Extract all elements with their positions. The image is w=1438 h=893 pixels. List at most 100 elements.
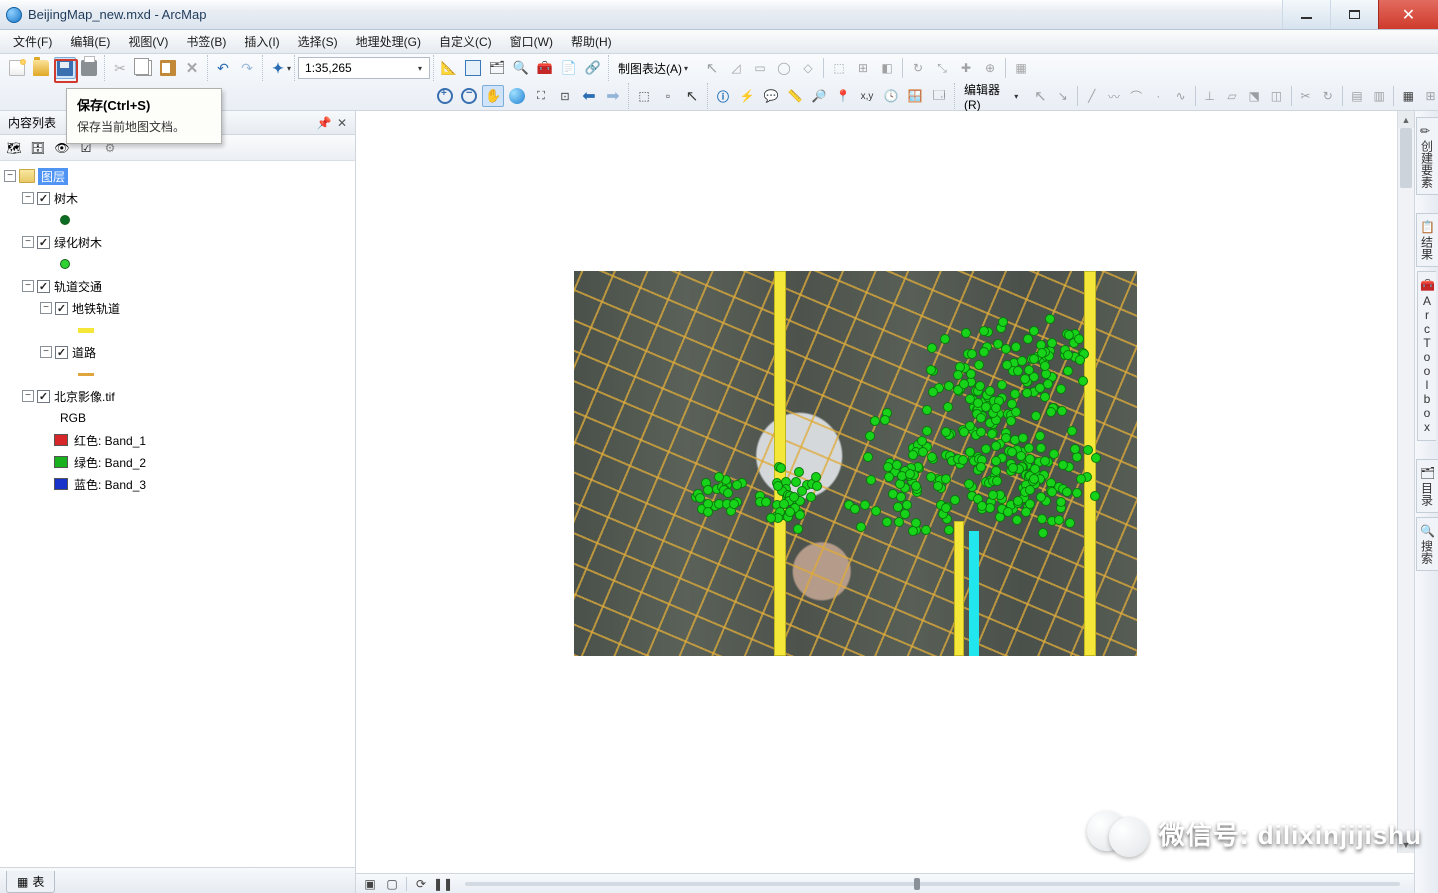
table-window-icon[interactable] — [462, 57, 484, 79]
toc-list-by-drawing[interactable]: 🗺 — [4, 138, 24, 158]
edit-tool-10[interactable]: ⬔ — [1244, 85, 1264, 107]
edit-tool-9[interactable]: ▱ — [1222, 85, 1242, 107]
rep-tool-3[interactable]: ▭ — [749, 57, 771, 79]
edit-tool-4[interactable]: 〰 — [1104, 85, 1124, 107]
draw-slider[interactable] — [465, 882, 1400, 886]
edit-tool-13[interactable]: ↻ — [1318, 85, 1338, 107]
checkbox[interactable] — [37, 236, 50, 249]
measure-button[interactable]: 📏 — [784, 85, 806, 107]
tab-search[interactable]: 🔍搜索 — [1416, 517, 1438, 571]
open-button[interactable] — [30, 57, 52, 79]
table-tab[interactable]: ▦表 — [6, 871, 55, 893]
zoom-in-button[interactable] — [434, 85, 456, 107]
edit-tool-17[interactable]: ⊞ — [1420, 85, 1438, 107]
rep-tool-10[interactable]: ⤡ — [931, 57, 953, 79]
redo-button[interactable]: ↷ — [236, 57, 258, 79]
toc-root[interactable]: − 图层 — [2, 165, 353, 187]
map-canvas[interactable]: ▲ ▼ — [356, 111, 1414, 873]
print-button[interactable] — [78, 57, 100, 79]
full-extent-button[interactable] — [506, 85, 528, 107]
minimize-button[interactable] — [1282, 0, 1330, 29]
search-window-icon[interactable]: 🔍 — [510, 57, 532, 79]
edit-tool-7[interactable]: ∿ — [1171, 85, 1191, 107]
refresh-button[interactable]: ⟳ — [413, 876, 429, 892]
checkbox[interactable] — [37, 390, 50, 403]
edit-tool-11[interactable]: ◫ — [1266, 85, 1286, 107]
rep-tool-9[interactable]: ↻ — [907, 57, 929, 79]
zoom-out-button[interactable] — [458, 85, 480, 107]
rep-tool-1[interactable]: ↖ — [701, 57, 723, 79]
create-viewer-button[interactable]: 🪟 — [904, 85, 926, 107]
time-slider-button[interactable]: 🕓 — [880, 85, 902, 107]
python-window-icon[interactable]: 📄 — [558, 57, 580, 79]
edit-tool-1[interactable]: ↖ — [1030, 85, 1050, 107]
rep-tool-11[interactable]: ✚ — [955, 57, 977, 79]
data-view-button[interactable]: ▣ — [362, 876, 378, 892]
hyperlink-button[interactable]: ⚡ — [736, 85, 758, 107]
undo-button[interactable]: ↶ — [212, 57, 234, 79]
toc-layer-subway[interactable]: − 地铁轨道 — [2, 297, 353, 319]
rep-tool-8[interactable]: ◧ — [876, 57, 898, 79]
toc-layer-transport[interactable]: − 轨道交通 — [2, 275, 353, 297]
select-elements-button[interactable]: ↖ — [681, 85, 703, 107]
viewer-window-button[interactable]: 🗔 — [928, 85, 950, 107]
tab-catalog[interactable]: 🗂目录 — [1416, 459, 1438, 513]
menu-selection[interactable]: 选择(S) — [289, 30, 347, 53]
close-button[interactable]: ✕ — [1378, 0, 1438, 29]
next-extent-button[interactable]: ➡ — [602, 85, 624, 107]
rep-tool-13[interactable]: ▦ — [1010, 57, 1032, 79]
menu-customize[interactable]: 自定义(C) — [430, 30, 501, 53]
checkbox[interactable] — [55, 302, 68, 315]
copy-button[interactable] — [133, 57, 155, 79]
menu-view[interactable]: 视图(V) — [119, 30, 177, 53]
select-features-button[interactable]: ⬚ — [633, 85, 655, 107]
catalog-window-icon[interactable]: 🗂 — [486, 57, 508, 79]
edit-tool-6[interactable]: · — [1148, 85, 1168, 107]
rep-tool-4[interactable]: ◯ — [773, 57, 795, 79]
pause-button[interactable]: ❚❚ — [435, 876, 451, 892]
cut-button[interactable]: ✂ — [109, 57, 131, 79]
checkbox[interactable] — [55, 346, 68, 359]
maximize-button[interactable] — [1330, 0, 1378, 29]
menu-geoprocessing[interactable]: 地理处理(G) — [347, 30, 430, 53]
editor-dropdown[interactable]: 编辑器(R)▾ — [958, 85, 1029, 107]
add-data-button[interactable]: ✦ — [267, 57, 289, 79]
save-button[interactable] — [54, 57, 76, 79]
menu-window[interactable]: 窗口(W) — [501, 30, 562, 53]
fixed-zoom-out[interactable]: ⊡ — [554, 85, 576, 107]
rep-tool-2[interactable]: ◿ — [725, 57, 747, 79]
find-route-button[interactable]: 📍 — [832, 85, 854, 107]
scale-combo[interactable]: 1:35,265 ▾ — [298, 57, 430, 79]
checkbox[interactable] — [37, 192, 50, 205]
arctoolbox-window-icon[interactable]: 🧰 — [534, 57, 556, 79]
menu-file[interactable]: 文件(F) — [4, 30, 61, 53]
menu-insert[interactable]: 插入(I) — [235, 30, 288, 53]
edit-tool-5[interactable]: ⌒ — [1126, 85, 1146, 107]
menu-edit[interactable]: 编辑(E) — [61, 30, 119, 53]
toc-layer-trees[interactable]: − 树木 — [2, 187, 353, 209]
checkbox[interactable] — [37, 280, 50, 293]
layout-view-button[interactable]: ▢ — [384, 876, 400, 892]
paste-button[interactable] — [157, 57, 179, 79]
menu-help[interactable]: 帮助(H) — [562, 30, 621, 53]
toc-pin-icon[interactable]: 📌 — [315, 116, 333, 130]
goto-xy-button[interactable]: x,y — [856, 85, 878, 107]
new-doc-button[interactable] — [6, 57, 28, 79]
rep-tool-5[interactable]: ◇ — [797, 57, 819, 79]
pan-button[interactable] — [482, 85, 504, 107]
find-button[interactable]: 🔎 — [808, 85, 830, 107]
html-popup-button[interactable]: 💬 — [760, 85, 782, 107]
rep-tool-7[interactable]: ⊞ — [852, 57, 874, 79]
edit-tool-12[interactable]: ✂ — [1295, 85, 1315, 107]
model-builder-icon[interactable]: 🔗 — [582, 57, 604, 79]
toc-list-by-source[interactable]: 🗄 — [28, 138, 48, 158]
editor-toolbar-icon[interactable]: 📐 — [438, 57, 460, 79]
toc-layer-road[interactable]: − 道路 — [2, 341, 353, 363]
tab-results[interactable]: 📋结果 — [1416, 213, 1438, 267]
edit-tool-16[interactable]: ▦ — [1398, 85, 1418, 107]
toc-layer-greentrees[interactable]: − 绿化树木 — [2, 231, 353, 253]
edit-tool-3[interactable]: ╱ — [1082, 85, 1102, 107]
identify-button[interactable]: ⓘ — [712, 85, 734, 107]
tab-create-features[interactable]: ✏创建要素 — [1416, 117, 1438, 195]
rep-tool-6[interactable]: ⬚ — [828, 57, 850, 79]
